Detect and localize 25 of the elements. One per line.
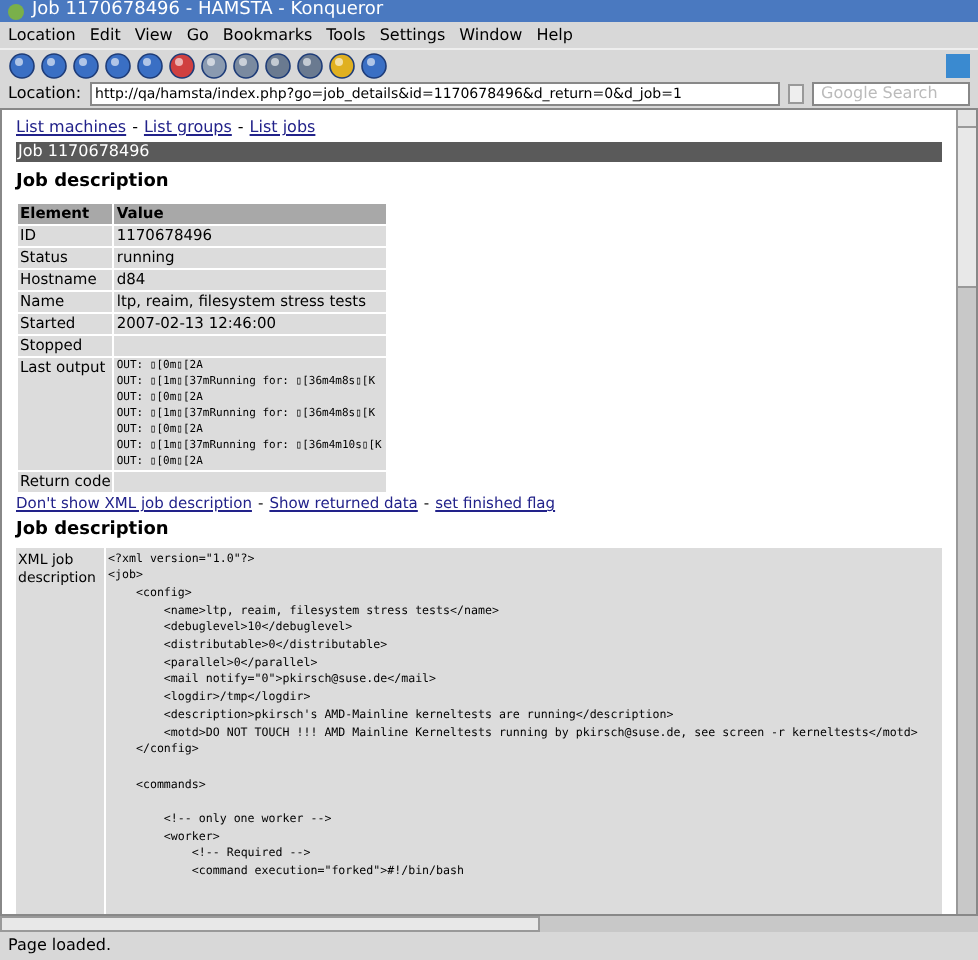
app-icon	[8, 3, 24, 19]
page-header: Job 1170678496	[16, 142, 942, 162]
horizontal-scrollbar[interactable]	[0, 916, 978, 932]
section-title: Job description	[16, 174, 171, 192]
status-text: Page loaded.	[8, 938, 112, 954]
menu-item[interactable]: Window	[459, 27, 523, 43]
window-title: Job 1170678496 - HAMSTA - Konqueror	[32, 2, 384, 20]
menu-item[interactable]: View	[134, 27, 173, 43]
scroll-thumb[interactable]	[958, 128, 976, 288]
vertical-scrollbar[interactable]	[956, 110, 976, 914]
menu-item[interactable]: Go	[186, 27, 209, 43]
menu-item[interactable]: Help	[536, 27, 573, 43]
nav-link[interactable]: List groups	[143, 120, 232, 136]
nav-link[interactable]: List machines	[16, 120, 127, 136]
separator: -	[237, 120, 244, 136]
menu-item[interactable]: Bookmarks	[222, 27, 313, 43]
menu-item[interactable]: Location	[8, 27, 76, 43]
menu-item[interactable]: Settings	[379, 27, 446, 43]
location-label: Location:	[8, 86, 82, 102]
section-title: Job description	[16, 521, 171, 539]
scroll-thumb[interactable]	[0, 916, 540, 932]
menu-item[interactable]: Tools	[326, 27, 366, 43]
nav-link[interactable]: List jobs	[249, 120, 316, 136]
separator: -	[132, 120, 138, 136]
menu-item[interactable]: Edit	[89, 27, 121, 43]
